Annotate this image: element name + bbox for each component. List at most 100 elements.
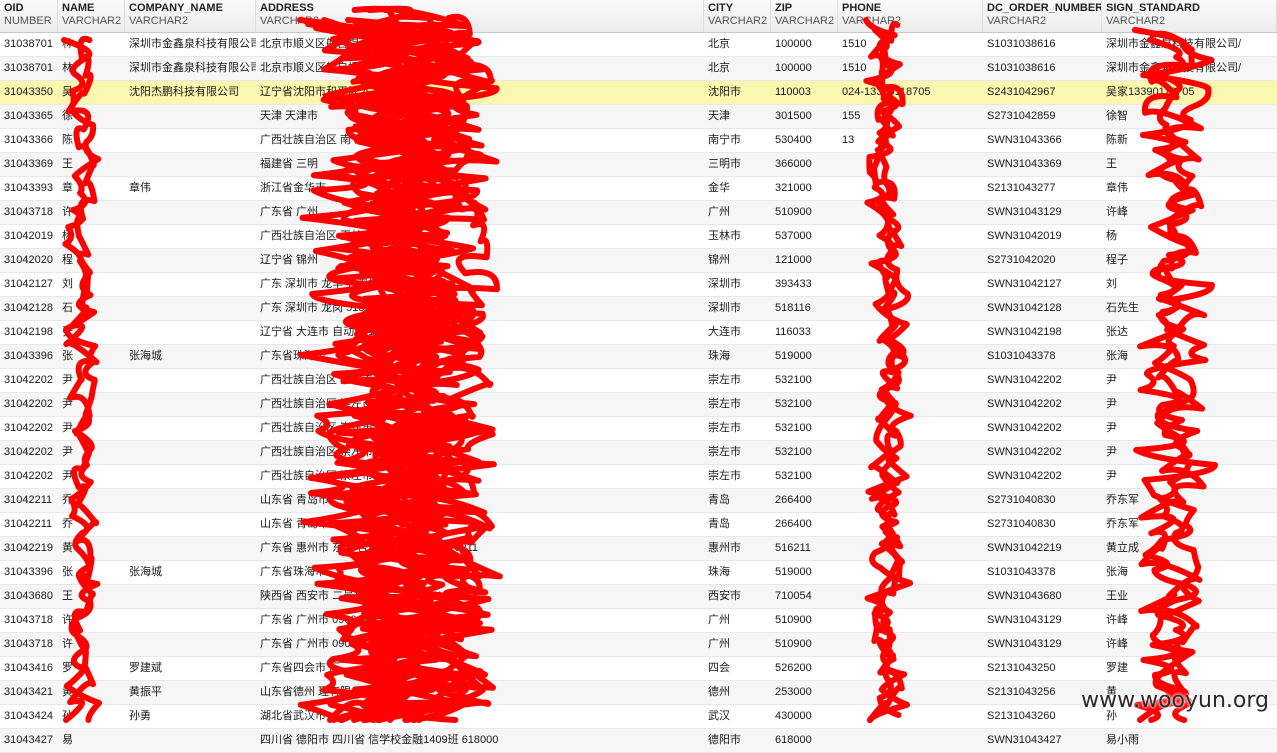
table-cell-zip[interactable]: 116033 bbox=[771, 321, 838, 344]
table-cell-address[interactable]: 辽宁省 大连市 自动化 116033 bbox=[256, 321, 704, 344]
table-cell-zip[interactable]: 530400 bbox=[771, 129, 838, 152]
table-cell-sign-standard[interactable]: 王 bbox=[1102, 153, 1277, 176]
table-cell-city[interactable]: 南宁市 bbox=[704, 129, 771, 152]
table-cell-phone[interactable] bbox=[838, 297, 983, 320]
table-cell-phone[interactable] bbox=[838, 225, 983, 248]
table-cell-sign-standard[interactable]: 罗建 bbox=[1102, 657, 1277, 680]
table-cell-oid[interactable]: 31042198 bbox=[0, 321, 58, 344]
table-cell-sign-standard[interactable]: 陈新 bbox=[1102, 129, 1277, 152]
table-cell-address[interactable]: 山东省 青岛市 bbox=[256, 513, 704, 536]
table-cell-city[interactable]: 北京 bbox=[704, 33, 771, 56]
table-cell-zip[interactable]: 266400 bbox=[771, 489, 838, 512]
table-cell-company-name[interactable]: 深圳市金鑫泉科技有限公司 bbox=[125, 57, 256, 80]
table-cell-dc-order-number[interactable]: SWN31042019 bbox=[983, 225, 1102, 248]
table-row[interactable]: 31038701 林深圳市金鑫泉科技有限公司 北京市顺义区航自提 北京 100000 15… bbox=[0, 57, 1277, 81]
table-cell-dc-order-number[interactable]: SWN31043427 bbox=[983, 729, 1102, 752]
table-cell-phone[interactable] bbox=[838, 393, 983, 416]
table-cell-address[interactable]: 福建省 三明 bbox=[256, 153, 704, 176]
table-cell-sign-standard[interactable]: 易小雨 bbox=[1102, 729, 1277, 752]
table-cell-sign-standard[interactable]: 刘 bbox=[1102, 273, 1277, 296]
table-cell-sign-standard[interactable]: 尹 bbox=[1102, 441, 1277, 464]
table-row[interactable]: 31043366 陈 广西壮族自治区 南 三队 530400 南宁市 530400 13 S… bbox=[0, 129, 1277, 153]
table-cell-address[interactable]: 广西壮族自治区 崇左市 bbox=[256, 417, 704, 440]
table-cell-company-name[interactable] bbox=[125, 609, 256, 632]
table-cell-dc-order-number[interactable]: S1031043378 bbox=[983, 561, 1102, 584]
table-cell-sign-standard[interactable]: 章伟 bbox=[1102, 177, 1277, 200]
table-cell-company-name[interactable] bbox=[125, 225, 256, 248]
column-header-oid[interactable]: OID NUMBER bbox=[0, 0, 58, 32]
table-row[interactable]: 31043427 易 四川省 德阳市 四川省 信学校金融1409班 618000 德阳… bbox=[0, 729, 1277, 753]
table-cell-address[interactable]: 辽宁省沈阳市和平区 A bbox=[256, 81, 704, 104]
table-cell-name[interactable]: 许 bbox=[58, 201, 125, 224]
table-cell-company-name[interactable] bbox=[125, 273, 256, 296]
table-cell-zip[interactable]: 110003 bbox=[771, 81, 838, 104]
table-cell-name[interactable]: 王 bbox=[58, 585, 125, 608]
table-cell-address[interactable]: 广东 深圳市 龙岗 518116 bbox=[256, 297, 704, 320]
table-cell-name[interactable]: 尹 bbox=[58, 465, 125, 488]
table-cell-company-name[interactable] bbox=[125, 393, 256, 416]
table-cell-name[interactable]: 尹 bbox=[58, 393, 125, 416]
column-header-sign-standard[interactable]: SIGN_STANDARD VARCHAR2 bbox=[1102, 0, 1277, 32]
table-cell-zip[interactable]: 519000 bbox=[771, 561, 838, 584]
table-cell-phone[interactable] bbox=[838, 345, 983, 368]
table-cell-oid[interactable]: 31043350 bbox=[0, 81, 58, 104]
table-row[interactable]: 31042219 黄 广东省 惠州市 东路 杏林苑2栋B1601 516211 惠州市… bbox=[0, 537, 1277, 561]
table-cell-company-name[interactable] bbox=[125, 729, 256, 752]
table-cell-phone[interactable] bbox=[838, 153, 983, 176]
table-cell-phone[interactable] bbox=[838, 729, 983, 752]
table-cell-zip[interactable]: 518116 bbox=[771, 297, 838, 320]
column-header-phone[interactable]: PHONE VARCHAR2 bbox=[838, 0, 983, 32]
table-cell-zip[interactable]: 519000 bbox=[771, 345, 838, 368]
table-cell-oid[interactable]: 31042020 bbox=[0, 249, 58, 272]
table-cell-name[interactable]: 易 bbox=[58, 729, 125, 752]
table-cell-dc-order-number[interactable]: S2131043250 bbox=[983, 657, 1102, 680]
table-cell-zip[interactable]: 710054 bbox=[771, 585, 838, 608]
table-cell-name[interactable]: 吴 bbox=[58, 81, 125, 104]
table-cell-city[interactable]: 珠海 bbox=[704, 345, 771, 368]
table-cell-city[interactable]: 青岛 bbox=[704, 489, 771, 512]
table-cell-city[interactable]: 深圳市 bbox=[704, 297, 771, 320]
table-cell-dc-order-number[interactable]: SWN31042202 bbox=[983, 465, 1102, 488]
table-cell-address[interactable]: 广东省 广州市 0900 bbox=[256, 633, 704, 656]
table-cell-sign-standard[interactable]: 王业 bbox=[1102, 585, 1277, 608]
table-cell-city[interactable]: 广州 bbox=[704, 201, 771, 224]
table-cell-sign-standard[interactable]: 石先生 bbox=[1102, 297, 1277, 320]
table-cell-oid[interactable]: 31042019 bbox=[0, 225, 58, 248]
table-cell-company-name[interactable]: 章伟 bbox=[125, 177, 256, 200]
table-cell-sign-standard[interactable]: 许峰 bbox=[1102, 609, 1277, 632]
table-cell-name[interactable]: 陈 bbox=[58, 129, 125, 152]
table-cell-city[interactable]: 德阳市 bbox=[704, 729, 771, 752]
table-cell-address[interactable]: 广东省四会市 厂 bbox=[256, 657, 704, 680]
table-row[interactable]: 31043718 许 广东省 广州市 0900 广州 510900 SWN31043129… bbox=[0, 633, 1277, 657]
table-cell-dc-order-number[interactable]: S2731042020 bbox=[983, 249, 1102, 272]
table-cell-sign-standard[interactable]: 黄立成 bbox=[1102, 537, 1277, 560]
table-cell-dc-order-number[interactable]: SWN31042202 bbox=[983, 417, 1102, 440]
table-cell-sign-standard[interactable]: 张海 bbox=[1102, 561, 1277, 584]
table-cell-name[interactable]: 张 bbox=[58, 345, 125, 368]
table-cell-phone[interactable]: 024-13390118705 bbox=[838, 81, 983, 104]
table-cell-city[interactable]: 沈阳市 bbox=[704, 81, 771, 104]
table-cell-company-name[interactable] bbox=[125, 297, 256, 320]
table-cell-city[interactable]: 玉林市 bbox=[704, 225, 771, 248]
table-row[interactable]: 31042127 刘广东 深圳市 龙华 养鸡场收 393433 深圳市 393433 S… bbox=[0, 273, 1277, 297]
table-cell-oid[interactable]: 31043427 bbox=[0, 729, 58, 752]
table-cell-dc-order-number[interactable]: SWN31042219 bbox=[983, 537, 1102, 560]
table-cell-oid[interactable]: 31043396 bbox=[0, 561, 58, 584]
table-cell-name[interactable]: 乔 bbox=[58, 513, 125, 536]
table-cell-dc-order-number[interactable]: SWN31043129 bbox=[983, 609, 1102, 632]
table-cell-sign-standard[interactable]: 尹 bbox=[1102, 393, 1277, 416]
column-header-name[interactable]: NAME VARCHAR2 bbox=[58, 0, 125, 32]
table-row[interactable]: 31042019 杨广西壮族自治区 玉林市 玉林市 537000 SWN31042019… bbox=[0, 225, 1277, 249]
table-cell-phone[interactable] bbox=[838, 177, 983, 200]
table-cell-name[interactable]: 章 bbox=[58, 177, 125, 200]
table-cell-dc-order-number[interactable]: S2431042967 bbox=[983, 81, 1102, 104]
table-cell-name[interactable]: 林 bbox=[58, 33, 125, 56]
table-cell-company-name[interactable]: 张海城 bbox=[125, 561, 256, 584]
table-cell-sign-standard[interactable]: 许峰 bbox=[1102, 633, 1277, 656]
table-cell-sign-standard[interactable]: 尹 bbox=[1102, 465, 1277, 488]
table-cell-city[interactable]: 崇左市 bbox=[704, 441, 771, 464]
table-cell-city[interactable]: 崇左市 bbox=[704, 465, 771, 488]
table-cell-zip[interactable]: 532100 bbox=[771, 393, 838, 416]
table-cell-phone[interactable] bbox=[838, 513, 983, 536]
table-cell-zip[interactable]: 510900 bbox=[771, 633, 838, 656]
